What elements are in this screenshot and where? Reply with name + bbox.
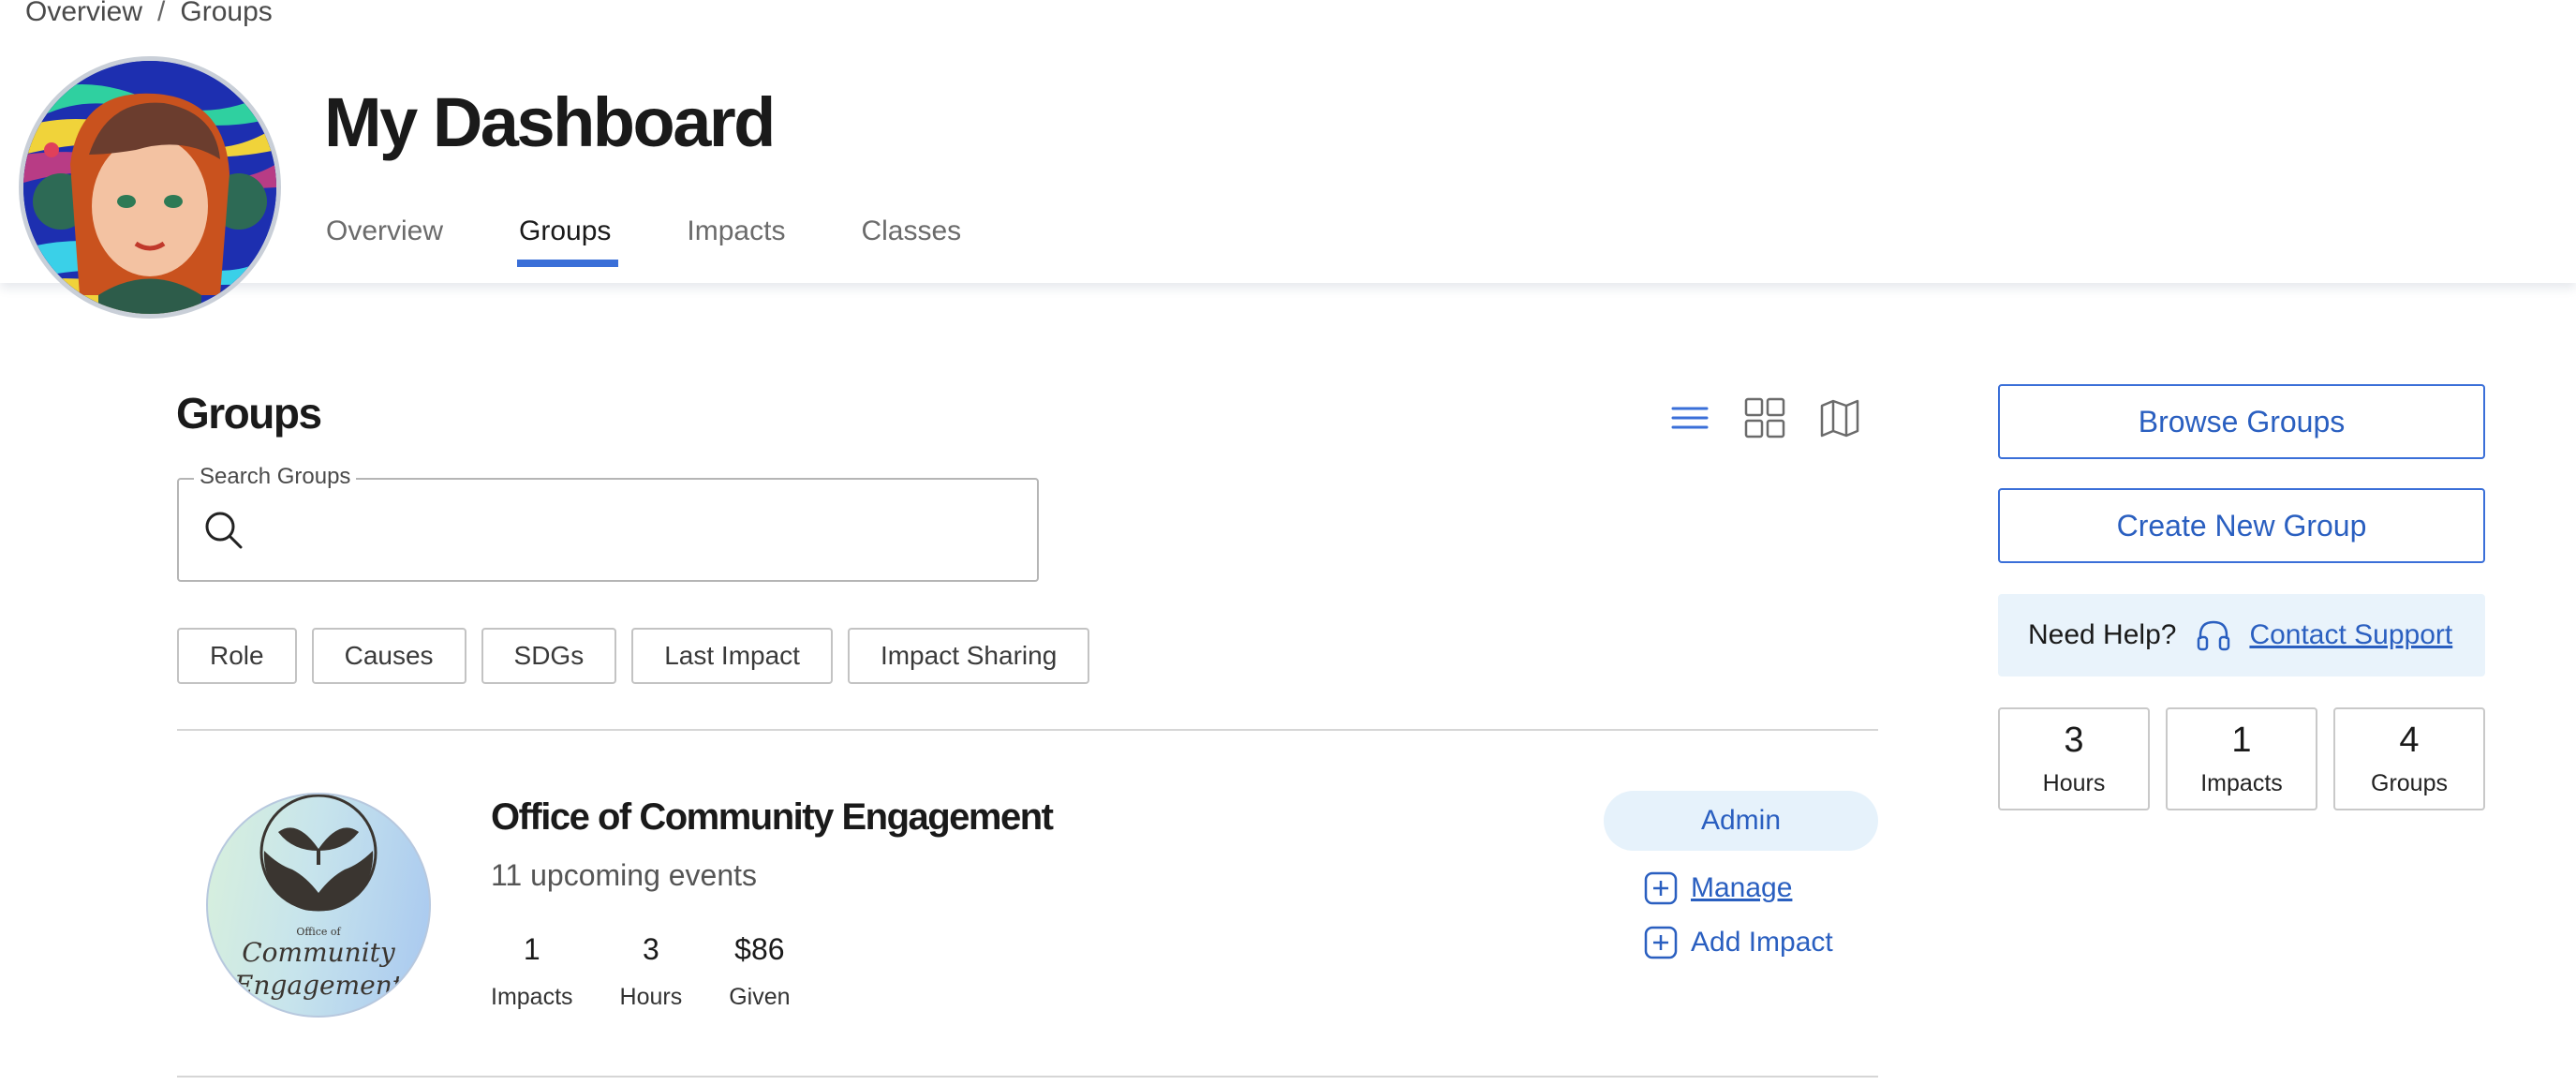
user-avatar[interactable]	[19, 56, 281, 319]
breadcrumb-overview[interactable]: Overview	[25, 0, 142, 27]
tab-bar: Overview Groups Impacts Classes	[326, 216, 1037, 267]
group-logo-graphic: Office of Community Engagement	[233, 795, 404, 1001]
manage-label: Manage	[1691, 872, 1793, 903]
breadcrumb: Overview / Groups	[25, 0, 273, 28]
group-logo[interactable]: Office of Community Engagement	[206, 793, 431, 1018]
create-group-button[interactable]: Create New Group	[1998, 488, 2485, 563]
help-box: Need Help? Contact Support	[1998, 594, 2485, 676]
search-field[interactable]: Search Groups	[177, 464, 1039, 582]
stat-card-hours: 3 Hours	[1998, 707, 2150, 810]
role-badge: Admin	[1604, 791, 1878, 851]
view-toggle-group	[1669, 397, 1860, 438]
filter-role[interactable]: Role	[177, 628, 297, 684]
group-stat-given: $86 Given	[729, 932, 790, 1011]
search-icon	[205, 512, 243, 549]
stat-impacts-label: Impacts	[2200, 770, 2283, 796]
breadcrumb-groups: Groups	[180, 0, 273, 27]
stat-card-impacts: 1 Impacts	[2166, 707, 2317, 810]
breadcrumb-separator: /	[157, 0, 166, 27]
search-input[interactable]	[263, 498, 1013, 564]
stat-card-groups: 4 Groups	[2333, 707, 2485, 810]
group-stat-impacts: 1 Impacts	[491, 932, 573, 1011]
plus-square-icon	[1644, 926, 1678, 959]
help-label: Need Help?	[2028, 619, 2177, 650]
list-view-icon[interactable]	[1669, 397, 1710, 438]
list-divider-bottom	[177, 1076, 1878, 1078]
group-stat-hours-label: Hours	[619, 984, 683, 1010]
stat-groups-label: Groups	[2371, 770, 2448, 796]
add-impact-button[interactable]: Add Impact	[1644, 926, 1833, 959]
group-stat-given-label: Given	[729, 984, 791, 1010]
browse-groups-button[interactable]: Browse Groups	[1998, 384, 2485, 459]
tab-groups[interactable]: Groups	[517, 216, 619, 267]
headset-icon	[2198, 620, 2230, 651]
avatar-illustration	[23, 61, 276, 314]
page-header: Overview / Groups My Dashboard Overview Gr…	[0, 0, 2576, 283]
group-stat-given-value: $86	[734, 932, 785, 966]
group-logo-text-3: Engagement	[233, 970, 404, 1001]
group-name[interactable]: Office of Community Engagement	[491, 796, 1054, 839]
group-stat-hours-value: 3	[642, 932, 659, 966]
contact-support-link[interactable]: Contact Support	[2249, 619, 2452, 651]
group-stat-impacts-label: Impacts	[491, 984, 573, 1010]
group-stat-impacts-value: 1	[523, 932, 540, 966]
filter-impact-sharing[interactable]: Impact Sharing	[847, 628, 1090, 684]
tab-impacts[interactable]: Impacts	[687, 216, 785, 266]
group-stats: 1 Impacts 3 Hours $86 Given	[491, 932, 837, 1011]
filter-bar: Role Causes SDGs Last Impact Impact Shar…	[177, 628, 1090, 684]
plus-square-icon	[1644, 871, 1678, 905]
stat-groups-value: 4	[2399, 721, 2420, 760]
stat-hours-label: Hours	[2042, 770, 2106, 796]
manage-link[interactable]: Manage	[1644, 871, 1792, 905]
filter-sdgs[interactable]: SDGs	[481, 628, 617, 684]
section-title: Groups	[176, 389, 322, 438]
stat-impacts-value: 1	[2231, 721, 2252, 760]
search-label: Search Groups	[194, 464, 357, 490]
filter-last-impact[interactable]: Last Impact	[631, 628, 833, 684]
grid-view-icon[interactable]	[1744, 397, 1785, 438]
filter-causes[interactable]: Causes	[311, 628, 466, 684]
group-logo-text-2: Community	[242, 937, 396, 968]
add-impact-label: Add Impact	[1691, 927, 1833, 958]
tab-classes[interactable]: Classes	[861, 216, 961, 266]
summary-stats: 3 Hours 1 Impacts 4 Groups	[1998, 707, 2485, 810]
stat-hours-value: 3	[2064, 721, 2084, 760]
tab-overview[interactable]: Overview	[326, 216, 443, 266]
page-title: My Dashboard	[324, 83, 776, 161]
group-events: 11 upcoming events	[491, 858, 758, 892]
map-view-icon[interactable]	[1819, 397, 1860, 438]
list-divider-top	[177, 729, 1878, 731]
group-stat-hours: 3 Hours	[620, 932, 683, 1011]
